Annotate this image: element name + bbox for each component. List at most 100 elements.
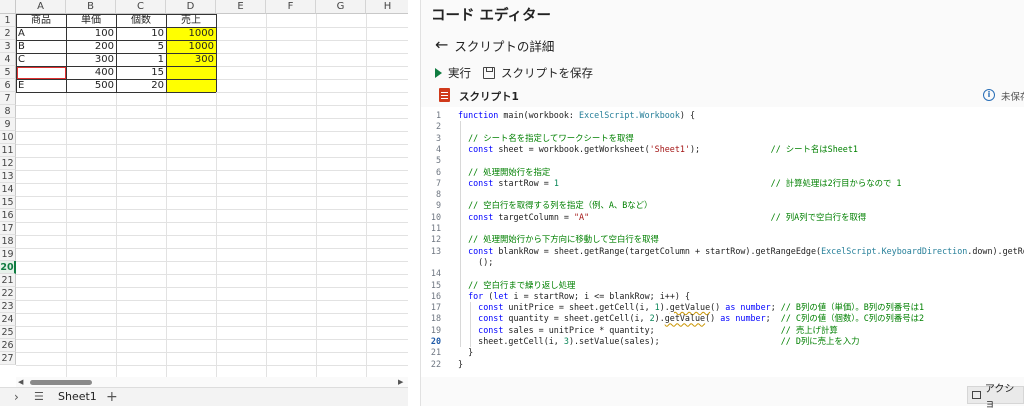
code-text[interactable]: for (let i = startRow; i <= blankRow; i+… — [458, 291, 690, 302]
code-line[interactable]: 9 // 空白行を取得する列を指定（例、A、Bなど） — [421, 200, 1024, 211]
row-header-23[interactable]: 23 — [0, 300, 16, 313]
table-cell[interactable]: 1000 — [166, 27, 216, 40]
code-text[interactable]: // 処理開始行から下方向に移動して空白行を取得 — [458, 234, 659, 245]
column-header-d[interactable]: D — [166, 0, 216, 14]
code-line[interactable]: 13 const blankRow = sheet.getRange(targe… — [421, 246, 1024, 257]
code-text[interactable]: const sheet = workbook.getWorksheet('She… — [458, 144, 858, 155]
row-header-8[interactable]: 8 — [0, 105, 16, 118]
table-cell[interactable]: 400 — [66, 66, 116, 79]
back-button[interactable]: ← スクリプトの詳細 — [435, 36, 554, 54]
code-area[interactable]: 1 function main(workbook: ExcelScript.Wor… — [421, 107, 1024, 377]
row-header-17[interactable]: 17 — [0, 222, 16, 235]
table-cell[interactable]: 200 — [66, 40, 116, 53]
code-line[interactable]: 17 const unitPrice = sheet.getCell(i, 1)… — [421, 302, 1024, 313]
row-header-22[interactable]: 22 — [0, 287, 16, 300]
code-line[interactable]: 18 const quantity = sheet.getCell(i, 2).… — [421, 313, 1024, 324]
row-header-19[interactable]: 19 — [0, 248, 16, 261]
code-text[interactable]: const targetColumn = "A" // 列A列で空白行を取得 — [458, 212, 866, 223]
row-header-2[interactable]: 2 — [0, 27, 16, 40]
code-text[interactable]: const startRow = 1 // 計算処理は2行目からなので 1 — [458, 178, 901, 189]
table-cell[interactable]: E — [16, 79, 66, 92]
script-name[interactable]: スクリプト1 — [459, 89, 519, 104]
row-header-7[interactable]: 7 — [0, 92, 16, 105]
row-header-6[interactable]: 6 — [0, 79, 16, 92]
row-header-15[interactable]: 15 — [0, 196, 16, 209]
code-text[interactable]: const sales = unitPrice * quantity; // 売… — [458, 325, 838, 336]
code-line[interactable]: 10 const targetColumn = "A" // 列A列で空白行を取… — [421, 212, 1024, 223]
column-header-c[interactable]: C — [116, 0, 166, 14]
table-cell[interactable]: 15 — [116, 66, 166, 79]
code-line[interactable]: 15 // 空白行まで繰り返し処理 — [421, 280, 1024, 291]
scroll-left-icon[interactable]: ◀ — [18, 378, 23, 386]
row-header-9[interactable]: 9 — [0, 118, 16, 131]
scroll-right-icon[interactable]: ▶ — [398, 378, 403, 386]
code-line[interactable]: 1 function main(workbook: ExcelScript.Wor… — [421, 110, 1024, 121]
table-cell[interactable]: 5 — [116, 40, 166, 53]
row-header-12[interactable]: 12 — [0, 157, 16, 170]
row-header-13[interactable]: 13 — [0, 170, 16, 183]
code-line[interactable]: (); — [421, 257, 1024, 268]
tab-nav-next-icon[interactable]: › — [14, 389, 19, 405]
save-script-button[interactable]: スクリプトを保存 — [483, 65, 593, 81]
code-text[interactable]: const blankRow = sheet.getRange(targetCo… — [458, 246, 1024, 257]
table-cell[interactable]: 500 — [66, 79, 116, 92]
sheet-tab-sheet1[interactable]: Sheet1 — [52, 388, 103, 406]
code-line[interactable]: 14 — [421, 268, 1024, 279]
row-header-5[interactable]: 5 — [0, 66, 16, 79]
column-header-e[interactable]: E — [216, 0, 266, 14]
code-line[interactable]: 2 — [421, 121, 1024, 132]
table-cell[interactable]: 10 — [116, 27, 166, 40]
code-text[interactable]: function main(workbook: ExcelScript.Work… — [458, 110, 695, 121]
row-header-1[interactable]: 1 — [0, 14, 16, 27]
table-cell[interactable]: C — [16, 53, 66, 66]
code-text[interactable]: const quantity = sheet.getCell(i, 2).get… — [458, 313, 924, 324]
row-header-14[interactable]: 14 — [0, 183, 16, 196]
code-line[interactable]: 12 // 処理開始行から下方向に移動して空白行を取得 — [421, 234, 1024, 245]
row-header-26[interactable]: 26 — [0, 339, 16, 352]
info-icon[interactable]: i — [983, 89, 995, 101]
code-line[interactable]: 11 — [421, 223, 1024, 234]
row-header-3[interactable]: 3 — [0, 40, 16, 53]
table-cell[interactable]: 20 — [116, 79, 166, 92]
code-line[interactable]: 8 — [421, 189, 1024, 200]
add-sheet-button[interactable]: + — [106, 389, 118, 405]
code-line[interactable]: 4 const sheet = workbook.getWorksheet('S… — [421, 144, 1024, 155]
row-header-10[interactable]: 10 — [0, 131, 16, 144]
code-line[interactable]: 19 const sales = unitPrice * quantity; /… — [421, 325, 1024, 336]
code-text[interactable]: const unitPrice = sheet.getCell(i, 1).ge… — [458, 302, 924, 313]
code-line[interactable]: 7 const startRow = 1 // 計算処理は2行目からなので 1 — [421, 178, 1024, 189]
table-cell[interactable]: 100 — [66, 27, 116, 40]
table-cell[interactable]: 1000 — [166, 40, 216, 53]
table-cell[interactable]: A — [16, 27, 66, 40]
horizontal-scroll-thumb[interactable] — [30, 380, 92, 385]
row-header-16[interactable]: 16 — [0, 209, 16, 222]
row-header-27[interactable]: 27 — [0, 352, 16, 365]
row-header-18[interactable]: 18 — [0, 235, 16, 248]
code-line[interactable]: 3 // シート名を指定してワークシートを取得 — [421, 133, 1024, 144]
row-header-25[interactable]: 25 — [0, 326, 16, 339]
code-text[interactable]: // 処理開始行を指定 — [458, 167, 550, 178]
action-button[interactable]: アクショ — [967, 384, 1024, 410]
column-header-g[interactable]: G — [316, 0, 366, 14]
code-line[interactable]: 16 for (let i = startRow; i <= blankRow;… — [421, 291, 1024, 302]
back-label[interactable]: スクリプトの詳細 — [454, 36, 554, 55]
code-text[interactable]: } — [458, 347, 473, 358]
code-text[interactable]: // 空白行を取得する列を指定（例、A、Bなど） — [458, 200, 652, 211]
column-header-b[interactable]: B — [66, 0, 116, 14]
horizontal-scrollbar[interactable]: ◀ ▶ — [16, 377, 408, 387]
table-cell[interactable]: 300 — [166, 53, 216, 66]
code-line[interactable]: 20 sheet.getCell(i, 3).setValue(sales); … — [421, 336, 1024, 347]
select-all-corner[interactable] — [0, 0, 16, 14]
row-header-4[interactable]: 4 — [0, 53, 16, 66]
run-button[interactable]: 実行 — [435, 65, 471, 81]
row-header-20[interactable]: 20 — [0, 261, 16, 274]
table-cell[interactable] — [166, 66, 216, 79]
code-text[interactable]: sheet.getCell(i, 3).setValue(sales); // … — [458, 336, 859, 347]
column-header-a[interactable]: A — [16, 0, 66, 14]
row-header-24[interactable]: 24 — [0, 313, 16, 326]
row-header-11[interactable]: 11 — [0, 144, 16, 157]
sheet-list-icon[interactable]: ☰ — [34, 389, 44, 405]
code-line[interactable]: 6 // 処理開始行を指定 — [421, 167, 1024, 178]
code-text[interactable]: // シート名を指定してワークシートを取得 — [458, 133, 634, 144]
table-cell[interactable]: 1 — [116, 53, 166, 66]
